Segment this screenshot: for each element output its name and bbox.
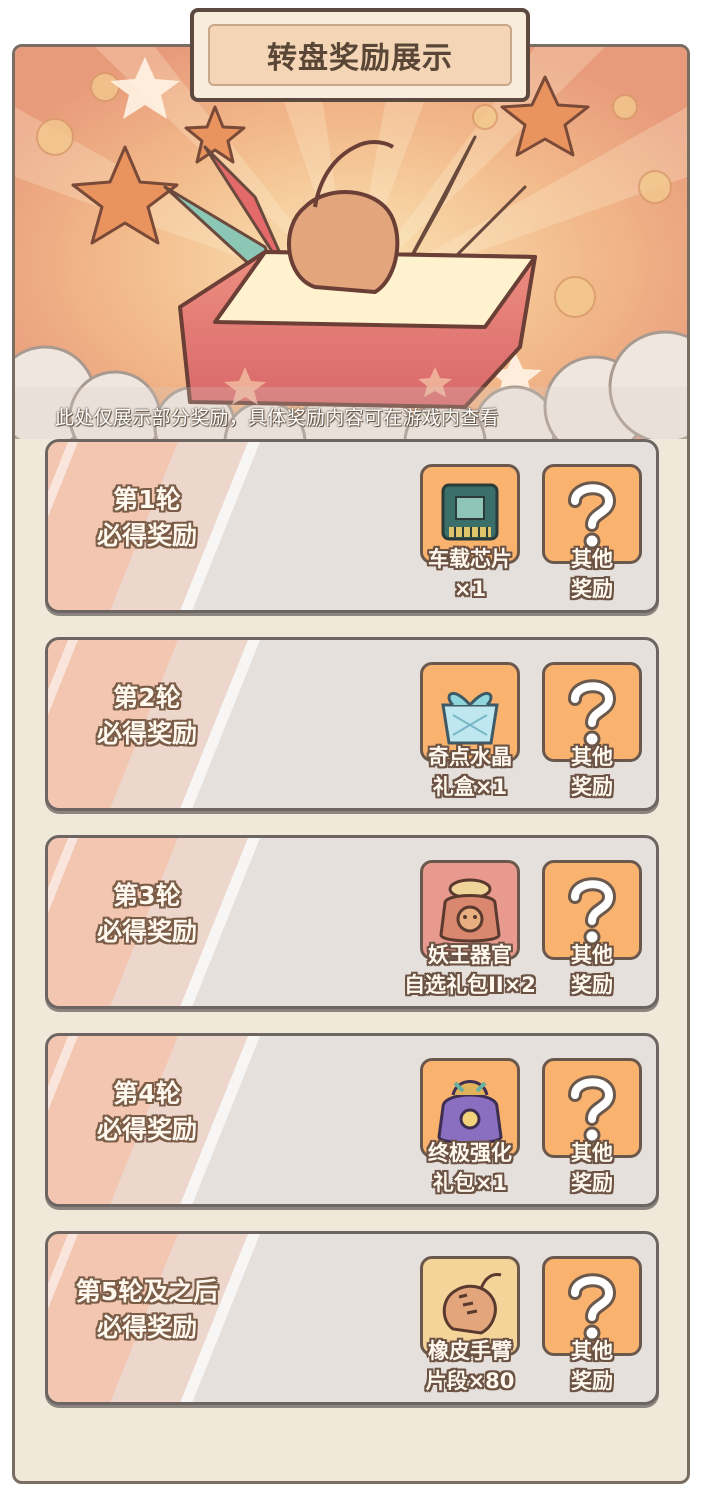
other-label: 其他 奖励 xyxy=(542,1138,642,1198)
other-line2: 奖励 xyxy=(571,1171,613,1195)
reward-qty: 片段×80 xyxy=(425,1369,515,1393)
title-plate: 转盘奖励展示 xyxy=(190,8,530,102)
rewards-panel: 此处仅展示部分奖励，具体奖励内容可在游戏内查看 第1轮 必得奖励 车载芯片 ×1 xyxy=(12,44,690,1484)
other-line2: 奖励 xyxy=(571,577,613,601)
round-subtitle: 必得奖励 xyxy=(96,917,197,946)
reward-qty: ×1 xyxy=(453,577,487,601)
other-line1: 其他 xyxy=(571,547,613,571)
round-label: 第5轮及之后 必得奖励 xyxy=(62,1274,232,1346)
other-line2: 奖励 xyxy=(571,1369,613,1393)
banner-illustration xyxy=(15,47,687,439)
other-line2: 奖励 xyxy=(571,973,613,997)
round-row-3: 第3轮 必得奖励 妖王器官 自选礼包II×2 其他 奖励 xyxy=(45,835,659,1009)
other-line1: 其他 xyxy=(571,943,613,967)
round-subtitle: 必得奖励 xyxy=(96,719,197,748)
reward-qty: 礼包×1 xyxy=(432,1171,508,1195)
round-label: 第3轮 必得奖励 xyxy=(62,878,232,950)
round-label: 第2轮 必得奖励 xyxy=(62,680,232,752)
title-inner: 转盘奖励展示 xyxy=(208,24,512,86)
other-label: 其他 奖励 xyxy=(542,940,642,1000)
reward-label: 车载芯片 ×1 xyxy=(410,544,530,604)
round-row-5: 第5轮及之后 必得奖励 橡皮手臂 片段×80 其他 奖励 xyxy=(45,1231,659,1405)
other-label: 其他 奖励 xyxy=(542,1336,642,1396)
reward-qty: 礼盒×1 xyxy=(432,775,508,799)
round-number: 第4轮 xyxy=(113,1079,181,1108)
reward-name: 奇点水晶 xyxy=(428,745,512,769)
other-line1: 其他 xyxy=(571,1339,613,1363)
reward-label: 妖王器官 自选礼包II×2 xyxy=(390,940,550,1000)
other-label: 其他 奖励 xyxy=(542,544,642,604)
reward-name: 橡皮手臂 xyxy=(428,1339,512,1363)
other-label: 其他 奖励 xyxy=(542,742,642,802)
round-subtitle: 必得奖励 xyxy=(96,1115,197,1144)
other-line2: 奖励 xyxy=(571,775,613,799)
round-number: 第1轮 xyxy=(113,485,181,514)
reward-label: 橡皮手臂 片段×80 xyxy=(410,1336,530,1396)
reward-qty: 自选礼包II×2 xyxy=(404,973,536,997)
banner-note: 此处仅展示部分奖励，具体奖励内容可在游戏内查看 xyxy=(55,407,499,429)
reward-label: 终极强化 礼包×1 xyxy=(410,1138,530,1198)
round-label: 第1轮 必得奖励 xyxy=(62,482,232,554)
reward-name: 车载芯片 xyxy=(428,547,512,571)
round-number: 第3轮 xyxy=(113,881,181,910)
reward-name: 终极强化 xyxy=(428,1141,512,1165)
round-subtitle: 必得奖励 xyxy=(96,1313,197,1342)
round-number: 第2轮 xyxy=(113,683,181,712)
reward-name: 妖王器官 xyxy=(428,943,512,967)
other-line1: 其他 xyxy=(571,745,613,769)
other-line1: 其他 xyxy=(571,1141,613,1165)
round-row-2: 第2轮 必得奖励 奇点水晶 礼盒×1 其他 奖励 xyxy=(45,637,659,811)
round-row-1: 第1轮 必得奖励 车载芯片 ×1 其他 奖励 xyxy=(45,439,659,613)
round-subtitle: 必得奖励 xyxy=(96,521,197,550)
reward-label: 奇点水晶 礼盒×1 xyxy=(410,742,530,802)
page-title: 转盘奖励展示 xyxy=(267,41,453,76)
round-label: 第4轮 必得奖励 xyxy=(62,1076,232,1148)
round-number: 第5轮及之后 xyxy=(75,1277,219,1306)
round-row-4: 第4轮 必得奖励 终极强化 礼包×1 其他 奖励 xyxy=(45,1033,659,1207)
